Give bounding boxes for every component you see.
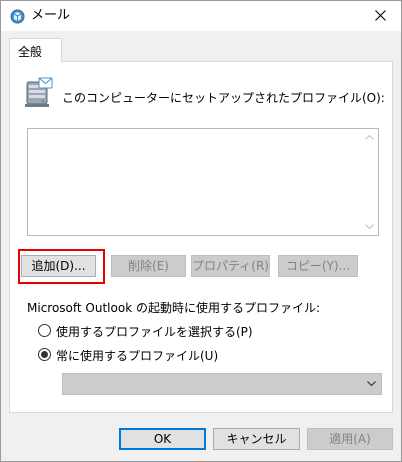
list-scrollbar[interactable]	[362, 129, 378, 235]
delete-button[interactable]: 削除(E)	[111, 255, 186, 277]
radio-always-profile-label: 常に使用するプロファイル(U)	[56, 349, 219, 363]
radio-always-profile-button[interactable]	[38, 348, 51, 361]
profiles-label: このコンピューターにセットアップされたプロファイル(O):	[62, 91, 385, 105]
copy-button[interactable]: コピー(Y)...	[278, 255, 358, 277]
mail-dialog: メール 全般 このコンピューターにセットアップされたプロファイル(O): 追加(…	[0, 0, 402, 462]
radio-select-profile-label: 使用するプロファイルを選択する(P)	[56, 325, 253, 339]
tab-general[interactable]: 全般	[9, 38, 62, 62]
window-title: メール	[31, 8, 71, 23]
radio-select-profile-button[interactable]	[38, 324, 51, 337]
chevron-down-icon	[367, 381, 376, 386]
apply-button[interactable]: 適用(A)	[307, 428, 393, 450]
title-bar: メール	[1, 1, 401, 31]
general-panel: このコンピューターにセットアップされたプロファイル(O): 追加(D)... 削…	[9, 61, 393, 413]
scroll-down-icon[interactable]	[365, 224, 374, 229]
properties-button[interactable]: プロパティ(R)	[191, 255, 270, 277]
cancel-button[interactable]: キャンセル	[213, 428, 300, 450]
profile-dropdown[interactable]	[62, 373, 382, 395]
profile-server-icon	[24, 76, 54, 108]
highlight-box	[18, 249, 105, 284]
ok-button[interactable]: OK	[119, 428, 206, 450]
profile-list[interactable]	[27, 128, 379, 236]
mail-settings-icon	[10, 9, 25, 24]
close-button[interactable]	[361, 1, 401, 31]
tab-general-label: 全般	[18, 45, 43, 59]
close-icon	[375, 10, 386, 21]
scroll-up-icon[interactable]	[365, 135, 374, 140]
startup-profile-label: Microsoft Outlook の起動時に使用するプロファイル:	[27, 301, 321, 315]
